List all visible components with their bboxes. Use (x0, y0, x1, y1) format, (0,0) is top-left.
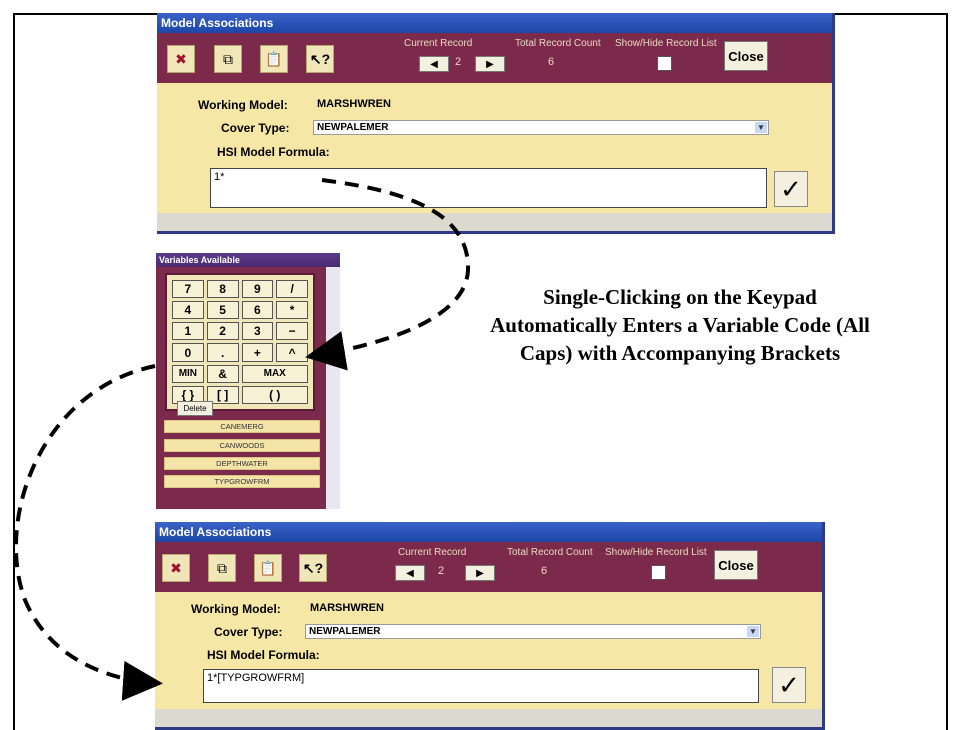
scrollbar[interactable] (326, 267, 340, 509)
toolbar: ✖ ⧉ 📋 ↖? Current Record ◀ 2 ▶ Total Reco… (155, 542, 822, 592)
key-multiply[interactable]: * (276, 301, 308, 320)
window-title: Model Associations (157, 13, 832, 33)
working-model-label: Working Model: (198, 98, 288, 112)
cover-type-value: NEWPALEMER (317, 122, 389, 133)
key-decimal[interactable]: . (206, 343, 239, 362)
current-record-value: 2 (455, 56, 462, 68)
key-power[interactable]: ^ (276, 343, 308, 362)
next-record-button[interactable]: ▶ (475, 56, 505, 72)
total-record-label: Total Record Count (515, 38, 601, 49)
status-bar (157, 213, 832, 231)
key-1[interactable]: 1 (172, 322, 204, 341)
delete-record-icon[interactable]: ✖ (167, 45, 195, 73)
key-minus[interactable]: − (276, 322, 308, 341)
key-2[interactable]: 2 (206, 322, 239, 341)
cover-type-label: Cover Type: (214, 625, 283, 639)
variable-item[interactable]: CANEMERG (164, 420, 320, 433)
key-8[interactable]: 8 (206, 280, 239, 299)
key-divide[interactable]: / (276, 280, 308, 299)
show-hide-label: Show/Hide Record List (615, 38, 717, 49)
working-model-value: MARSHWREN (310, 602, 384, 614)
variable-item[interactable]: TYPGROWFRM (164, 475, 320, 488)
key-9[interactable]: 9 (241, 280, 274, 299)
current-record-label: Current Record (404, 38, 473, 49)
help-icon[interactable]: ↖? (299, 554, 327, 582)
key-4[interactable]: 4 (172, 301, 204, 320)
formula-input[interactable]: 1*[TYPGROWFRM] (203, 669, 759, 703)
copy-icon[interactable]: ⧉ (214, 45, 242, 73)
formula-label: HSI Model Formula: (217, 145, 330, 159)
paste-icon[interactable]: 📋 (260, 45, 288, 73)
keypad: 7 8 9 / 4 5 6 * 1 2 3 − 0 . + ^ MIN & MA… (165, 273, 315, 411)
cover-type-value: NEWPALEMER (309, 626, 381, 637)
key-5[interactable]: 5 (206, 301, 239, 320)
formula-input[interactable]: 1* (210, 168, 767, 208)
current-record-value: 2 (438, 565, 445, 577)
model-associations-window-top: Model Associations ✖ ⧉ 📋 ↖? Current Reco… (157, 13, 835, 234)
check-icon[interactable]: ✓ (774, 171, 808, 207)
model-associations-window-bottom: Model Associations ✖ ⧉ 📋 ↖? Current Reco… (155, 522, 825, 730)
key-plus[interactable]: + (241, 343, 274, 362)
variables-title: Variables Available (156, 253, 340, 267)
paste-icon[interactable]: 📋 (254, 554, 282, 582)
key-7[interactable]: 7 (172, 280, 204, 299)
cover-type-select[interactable]: NEWPALEMER ▼ (313, 120, 769, 135)
toolbar: ✖ ⧉ 📋 ↖? Current Record ◀ 2 ▶ Total Reco… (157, 33, 832, 83)
total-record-value: 6 (541, 565, 548, 577)
chevron-down-icon[interactable]: ▼ (747, 626, 759, 637)
key-parens[interactable]: ( ) (241, 385, 308, 404)
close-button[interactable]: Close (724, 41, 768, 71)
formula-label: HSI Model Formula: (207, 648, 320, 662)
total-record-label: Total Record Count (507, 547, 593, 558)
help-icon[interactable]: ↖? (306, 45, 334, 73)
current-record-label: Current Record (398, 547, 467, 558)
status-bar (155, 709, 822, 727)
working-model-label: Working Model: (191, 602, 281, 616)
key-min[interactable]: MIN (172, 364, 204, 383)
check-icon[interactable]: ✓ (772, 667, 806, 703)
prev-record-button[interactable]: ◀ (419, 56, 449, 72)
key-max[interactable]: MAX (241, 364, 308, 383)
key-6[interactable]: 6 (241, 301, 274, 320)
delete-record-icon[interactable]: ✖ (162, 554, 190, 582)
total-record-value: 6 (548, 56, 555, 68)
key-and[interactable]: & (206, 364, 239, 383)
show-hide-checkbox[interactable] (657, 56, 672, 71)
close-button[interactable]: Close (714, 550, 758, 580)
show-hide-checkbox[interactable] (651, 565, 666, 580)
show-hide-label: Show/Hide Record List (605, 547, 707, 558)
working-model-value: MARSHWREN (317, 98, 391, 110)
chevron-down-icon[interactable]: ▼ (755, 122, 767, 133)
next-record-button[interactable]: ▶ (465, 565, 495, 581)
variable-item[interactable]: CANWOODS (164, 439, 320, 452)
delete-button[interactable]: Delete (177, 401, 213, 416)
variable-item[interactable]: DEPTHWATER (164, 457, 320, 470)
annotation-text: Single-Clicking on the Keypad Automatica… (490, 285, 870, 365)
cover-type-label: Cover Type: (221, 121, 290, 135)
variables-panel: Variables Available 7 8 9 / 4 5 6 * 1 2 … (156, 253, 340, 509)
window-title: Model Associations (155, 522, 822, 542)
prev-record-button[interactable]: ◀ (395, 565, 425, 581)
copy-icon[interactable]: ⧉ (208, 554, 236, 582)
key-0[interactable]: 0 (172, 343, 204, 362)
key-3[interactable]: 3 (241, 322, 274, 341)
cover-type-select[interactable]: NEWPALEMER ▼ (305, 624, 761, 639)
